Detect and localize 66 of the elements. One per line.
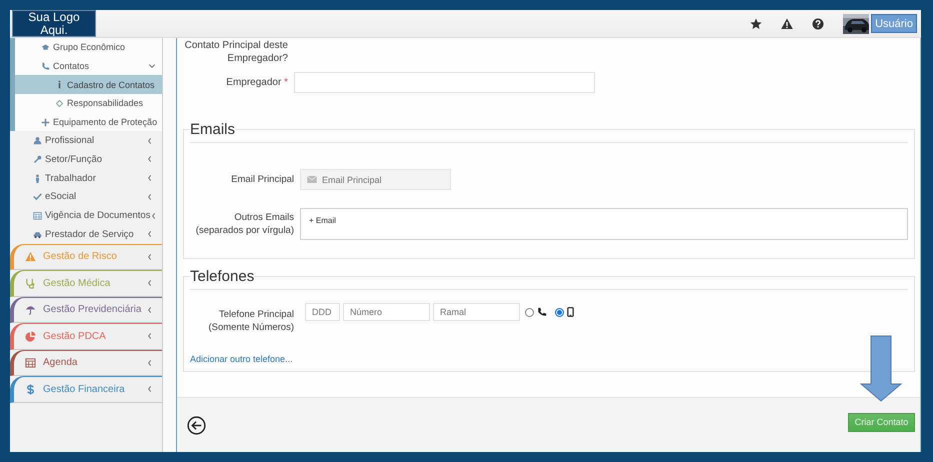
field-label: Empregador *	[225, 76, 288, 89]
diamond-icon	[55, 98, 64, 108]
section-title: Emails	[190, 121, 236, 138]
field-label: Contato Principal deste Empregador?	[184, 39, 288, 65]
hat-icon	[41, 42, 50, 52]
sidebar-item[interactable]: Equipamento de Proteção	[10, 112, 162, 132]
module-tab[interactable]: Gestão Previdenciária	[10, 296, 162, 324]
sidebar-item[interactable]: Profissional	[10, 131, 162, 150]
add-phone-link[interactable]: Adicionar outro telefone...	[190, 354, 293, 364]
sidebar-item[interactable]: Prestador de Serviço	[10, 224, 162, 244]
sidebar-item[interactable]: Cadastro de Contatos	[10, 75, 162, 94]
chevron-down-icon	[148, 62, 156, 70]
wrench-icon	[33, 154, 42, 164]
email-field[interactable]: Email Principal	[300, 169, 451, 190]
radio-button[interactable]	[555, 308, 564, 316]
sidebar-item[interactable]: eSocial	[10, 188, 162, 206]
phone-icon	[41, 62, 50, 71]
user-icon	[33, 136, 42, 146]
chevron-left-icon	[146, 230, 154, 238]
sidebar-item[interactable]: Setor/Função	[10, 150, 162, 169]
sidebar-item[interactable]: Responsabilidades	[10, 94, 162, 113]
arrow-annotation	[860, 335, 902, 402]
chevron-left-icon	[146, 136, 154, 145]
umbrella-icon	[25, 304, 36, 316]
chevron-left-icon	[146, 252, 154, 261]
calendar-icon	[33, 211, 42, 220]
chevron-left-icon	[146, 358, 154, 367]
chevron-left-icon	[146, 192, 154, 201]
field-label: Email Principal	[230, 173, 294, 186]
car-icon	[33, 230, 42, 239]
phone-field[interactable]: Número	[343, 303, 430, 321]
emails-field[interactable]: + Email	[300, 208, 908, 240]
warning-icon	[25, 251, 36, 262]
module-tab[interactable]: Agenda	[10, 350, 162, 376]
phone-icon	[537, 307, 547, 317]
radio-button[interactable]	[525, 308, 534, 316]
pie-chart-icon	[25, 330, 36, 342]
help-icon[interactable]	[812, 18, 824, 30]
star-icon[interactable]	[750, 18, 762, 30]
chevron-left-icon	[146, 155, 154, 164]
field-label: Telefone Principal (Somente Números)	[207, 308, 294, 334]
chevron-left-icon	[146, 332, 154, 340]
employer-field[interactable]	[294, 72, 595, 93]
stethoscope-icon	[25, 278, 36, 289]
calendar-icon	[25, 357, 36, 368]
sidebar-item[interactable]: Grupo Econômico	[10, 38, 162, 57]
sidebar-item[interactable]: Vigência de Documentos	[10, 206, 162, 225]
dollar-icon	[25, 384, 36, 395]
sidebar-item[interactable]: Contatos	[10, 56, 162, 76]
mobile-phone-icon	[567, 307, 574, 317]
check-icon	[33, 192, 42, 202]
chevron-left-icon	[146, 385, 154, 394]
section-title: Telefones	[190, 268, 254, 285]
chevron-left-icon	[146, 279, 154, 288]
plus-icon	[41, 118, 50, 127]
chevron-left-icon	[146, 174, 154, 182]
envelope-icon	[307, 176, 317, 183]
sidebar-item[interactable]: Trabalhador	[10, 168, 162, 188]
phone-field[interactable]: DDD	[305, 303, 340, 321]
logo[interactable]: Sua Logo Aqui.	[12, 10, 96, 37]
warning-icon[interactable]	[781, 18, 794, 30]
field-label: Outros Emails (separados por vírgula)	[194, 211, 294, 237]
back-icon[interactable]	[187, 416, 206, 434]
person-icon	[33, 174, 42, 183]
chevron-left-icon	[146, 306, 154, 314]
phone-field[interactable]: Ramal	[433, 303, 520, 321]
